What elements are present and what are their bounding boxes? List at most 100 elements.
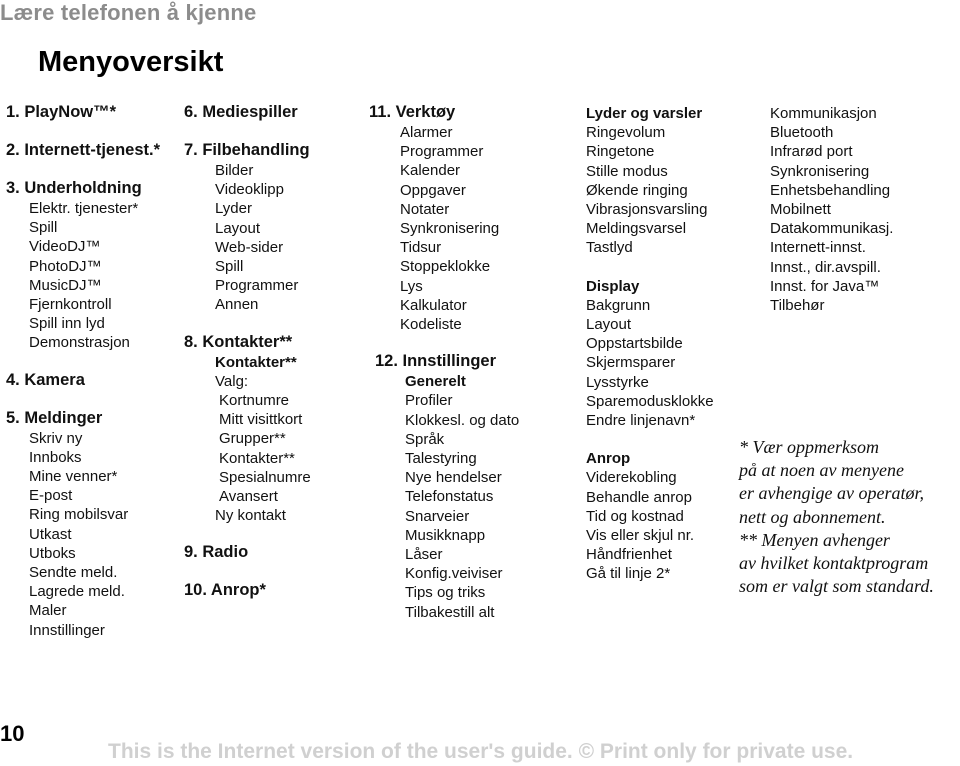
list-item: Tilbehør (770, 297, 825, 315)
footnote-line: som er valgt som standard. (739, 576, 934, 597)
list-item: Tilbakestill alt (405, 603, 495, 621)
page-title: Menyoversikt (38, 46, 224, 78)
list-item: Tastlyd (586, 239, 633, 257)
list-item: Utkast (29, 525, 72, 543)
list-item: Oppgaver (400, 181, 466, 199)
list-item: VideoDJ™ (29, 238, 101, 256)
list-item: Håndfrienhet (586, 546, 672, 564)
list-item: Meldingsvarsel (586, 220, 687, 238)
list-item: Layout (215, 219, 261, 237)
footer-notice: This is the Internet version of the user… (108, 740, 854, 763)
list-item: Spill (215, 258, 244, 276)
menu-internet-services: 2. Internett-tjenest.* (6, 141, 161, 159)
list-item: Nye hendelser (405, 469, 502, 487)
list-item: Ringetone (586, 143, 655, 161)
list-item: Sendte meld. (29, 564, 118, 582)
menu-playnow: 1. PlayNow™* (6, 103, 117, 121)
list-item: Annen (215, 296, 259, 314)
list-item: Stille modus (586, 162, 668, 180)
list-item: Skjermsparer (586, 354, 676, 372)
menu-settings: 12. Innstillinger (375, 352, 497, 371)
calls-subhead: Anrop (586, 450, 631, 468)
footnote-line: ** Menyen avhenger (739, 529, 890, 550)
contacts-items: Kontakter** Valg: Kortnumre Mitt visittk… (184, 353, 311, 526)
list-item: Sparemodusklokke (586, 392, 714, 410)
list-item: Elektr. tjenester* (29, 200, 139, 217)
display-subhead: Display (586, 277, 640, 295)
list-item: Talestyring (405, 450, 477, 468)
list-item: Spill inn lyd (29, 315, 105, 333)
list-item: Innstillinger (29, 621, 105, 639)
list-item: Synkronisering (400, 220, 500, 238)
menu-column-5: Kommunikasjon Bluetooth Infrarød port Sy… (770, 104, 893, 315)
messages-items: Skriv ny Innboks Mine venner* E-post Rin… (6, 429, 160, 640)
list-item: Tips og triks (405, 584, 486, 602)
list-item: Kalkulator (400, 296, 467, 314)
list-item: Grupper** (219, 430, 286, 448)
list-item: Konfig.veiviser (405, 565, 503, 583)
list-item: Programmer (400, 143, 484, 161)
list-item: PhotoDJ™ (29, 257, 102, 275)
file-manager-items: Bilder Videoklipp Lyder Layout Web-sider… (184, 161, 311, 315)
list-item: Web-sider (215, 238, 284, 256)
list-item: Vis eller skjul nr. (586, 527, 695, 545)
list-item: Behandle anrop (586, 488, 692, 506)
contacts-subhead: Kontakter** (215, 353, 297, 371)
list-item: Gå til linje 2* (586, 565, 671, 583)
menu-messages: 5. Meldinger (6, 408, 103, 427)
list-item: Vibrasjonsvarsling (586, 201, 708, 219)
list-item: Utboks (29, 544, 76, 562)
list-item: Ringevolum (586, 124, 666, 142)
list-item: Layout (586, 316, 632, 334)
list-item: Tidsur (400, 239, 442, 257)
list-item: Datakommunikasj. (770, 220, 894, 238)
settings-items: Generelt Profiler Klokkesl. og dato Språ… (369, 372, 519, 622)
list-item: Ring mobilsvar (29, 506, 129, 524)
list-item: Oppstartsbilde (586, 335, 683, 353)
list-item: Språk (405, 430, 445, 448)
page-number: 10 (0, 721, 25, 746)
footnotes: * Vær oppmerksom på at noen av menyene e… (739, 436, 934, 598)
list-item: E-post (29, 487, 73, 505)
list-item: Spill (29, 219, 58, 237)
list-item: Telefonstatus (405, 488, 494, 506)
list-item: Mine venner* (29, 468, 118, 486)
list-item: Innst., dir.avspill. (770, 258, 881, 276)
list-item: Musikknapp (405, 526, 486, 544)
list-item: Ny kontakt (215, 507, 286, 525)
list-item: Bakgrunn (586, 296, 651, 314)
menu-file-manager: 7. Filbehandling (184, 141, 310, 159)
menu-media-player: 6. Mediespiller (184, 103, 298, 121)
list-item: Viderekobling (586, 469, 677, 487)
contacts-options: Kortnumre Mitt visittkort Grupper** Kont… (215, 391, 311, 506)
list-item: Videoklipp (215, 181, 284, 199)
list-item: Infrarød port (770, 143, 853, 161)
communication-subhead: Kommunikasjon (770, 105, 877, 122)
list-item: Enhetsbehandling (770, 181, 891, 199)
list-item: Avansert (219, 488, 278, 506)
list-item: Kalender (400, 162, 461, 180)
list-item: Kortnumre (219, 392, 290, 410)
entertainment-items: Elektr. tjenester* Spill VideoDJ™ PhotoD… (6, 199, 160, 353)
list-item: Profiler (405, 392, 453, 410)
list-item: Økende ringing (586, 181, 688, 199)
menu-tools: 11. Verktøy (369, 103, 456, 121)
list-item: Lys (400, 277, 423, 295)
list-item: Internett-innst. (770, 239, 866, 257)
list-item: Klokkesl. og dato (405, 411, 520, 429)
menu-contacts: 8. Kontakter** (184, 332, 293, 351)
list-item: Tid og kostnad (586, 507, 684, 525)
list-item: Stoppeklokke (400, 258, 491, 276)
menu-calls: 10. Anrop* (184, 581, 266, 600)
list-item: Alarmer (400, 124, 453, 141)
list-item: MusicDJ™ (29, 276, 102, 294)
menu-column-4: Lyder og varsler Ringevolum Ringetone St… (586, 104, 714, 584)
footnote-line: av hvilket kontaktprogram (739, 553, 929, 574)
footnote-line: nett og abonnement. (739, 506, 886, 527)
list-item: Programmer (215, 277, 299, 295)
list-item: Bluetooth (770, 124, 834, 142)
menu-camera: 4. Kamera (6, 370, 85, 389)
list-item: Valg: (215, 372, 249, 390)
list-item: Mitt visittkort (219, 411, 303, 429)
list-item: Endre linjenavn* (586, 412, 696, 430)
